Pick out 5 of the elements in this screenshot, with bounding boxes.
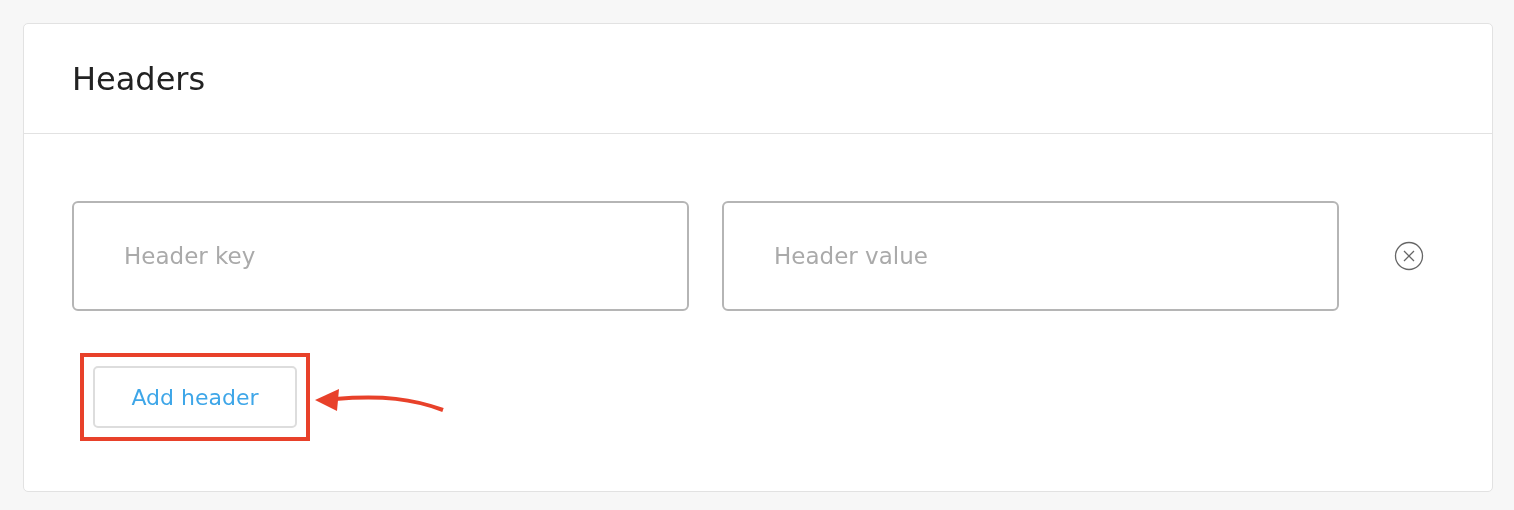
add-header-button[interactable]: Add header <box>93 366 297 428</box>
close-icon[interactable] <box>1394 241 1424 271</box>
input-field[interactable]: Header value <box>722 201 1339 311</box>
section-title: Headers <box>72 59 206 98</box>
input-field[interactable]: Header key <box>72 201 689 311</box>
